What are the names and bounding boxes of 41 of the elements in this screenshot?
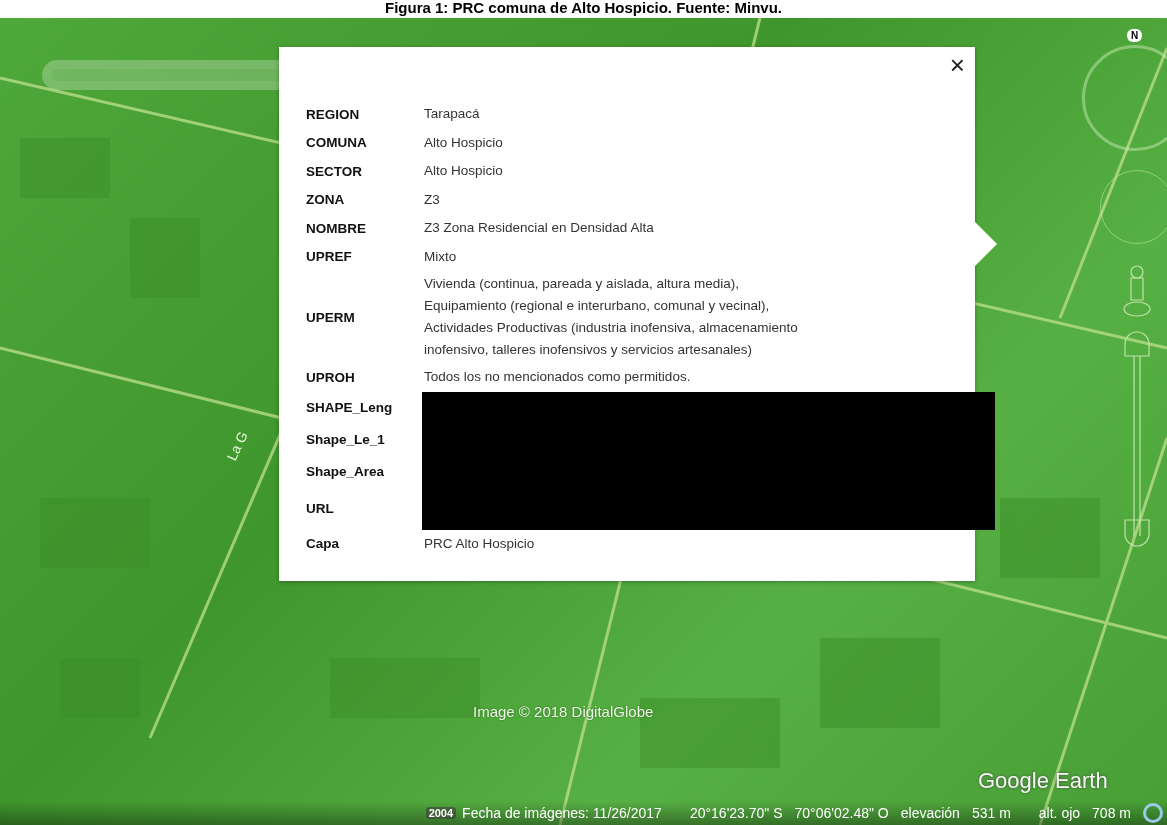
field-label: URL [306, 501, 335, 516]
popup-pointer [975, 222, 997, 266]
north-label[interactable]: N [1127, 29, 1143, 42]
elevation-label: elevación [900, 805, 960, 821]
field-label: REGION [306, 106, 361, 122]
field-label: Shape_Le_1 [306, 432, 386, 447]
field-value: Vivienda (continua, pareada y aislada, altura media), Equipamiento (regional e interurbano, comunal y vecinal), Actividades Productivas (industria inofensiva, almacenamiento inofensivo, talleres inofensivos y servicios artesanales) [424, 275, 799, 359]
compass-ring-icon[interactable] [1082, 45, 1167, 151]
field-label: SECTOR [306, 163, 363, 179]
close-button[interactable]: × [947, 53, 967, 77]
field-label: Capa [306, 536, 340, 552]
field-label: ZONA [306, 192, 346, 208]
field-label: UPREF [306, 249, 353, 265]
street-label: La G [223, 428, 251, 464]
eye-altitude-value: 708 m [1092, 805, 1131, 821]
field-value: Tarapacá [424, 105, 481, 124]
field-label: COMUNA [306, 135, 368, 151]
eye-altitude-label: alt. ojo [1038, 805, 1081, 821]
field-value: Mixto [424, 247, 458, 266]
elevation-value: 531 m [971, 805, 1011, 821]
field-label: NOMBRE [306, 220, 367, 236]
field-label: SHAPE_Leng [306, 400, 394, 415]
field-label: UPROH [306, 369, 356, 385]
field-value: Alto Hospicio [424, 133, 504, 152]
imagery-credit: Image © 2018 DigitalGlobe [473, 703, 654, 720]
field-label: UPERM [306, 309, 356, 325]
field-value: Alto Hospicio [424, 162, 504, 181]
pegman-icon[interactable] [1122, 264, 1152, 318]
imagery-date: Fecha de imágenes: 11/26/2017 [462, 805, 662, 821]
longitude: 70°06'02.48" O [794, 805, 889, 821]
field-value: Todos los no mencionados como permitidos. [424, 368, 692, 387]
latitude: 20°16'23.70" S [689, 805, 783, 821]
field-label: Shape_Area [306, 464, 386, 479]
year-tag[interactable]: 2004 [425, 807, 457, 819]
globe-icon[interactable] [1143, 803, 1163, 823]
field-value: PRC Alto Hospicio [424, 534, 536, 553]
app-logo: Google Earth [978, 768, 1108, 794]
field-value: Z3 Zona Residencial en Densidad Alta [424, 219, 655, 238]
zoom-slider-icon[interactable] [1122, 328, 1152, 548]
field-value: Z3 [424, 190, 441, 209]
satellite-map[interactable] [0, 18, 1167, 825]
